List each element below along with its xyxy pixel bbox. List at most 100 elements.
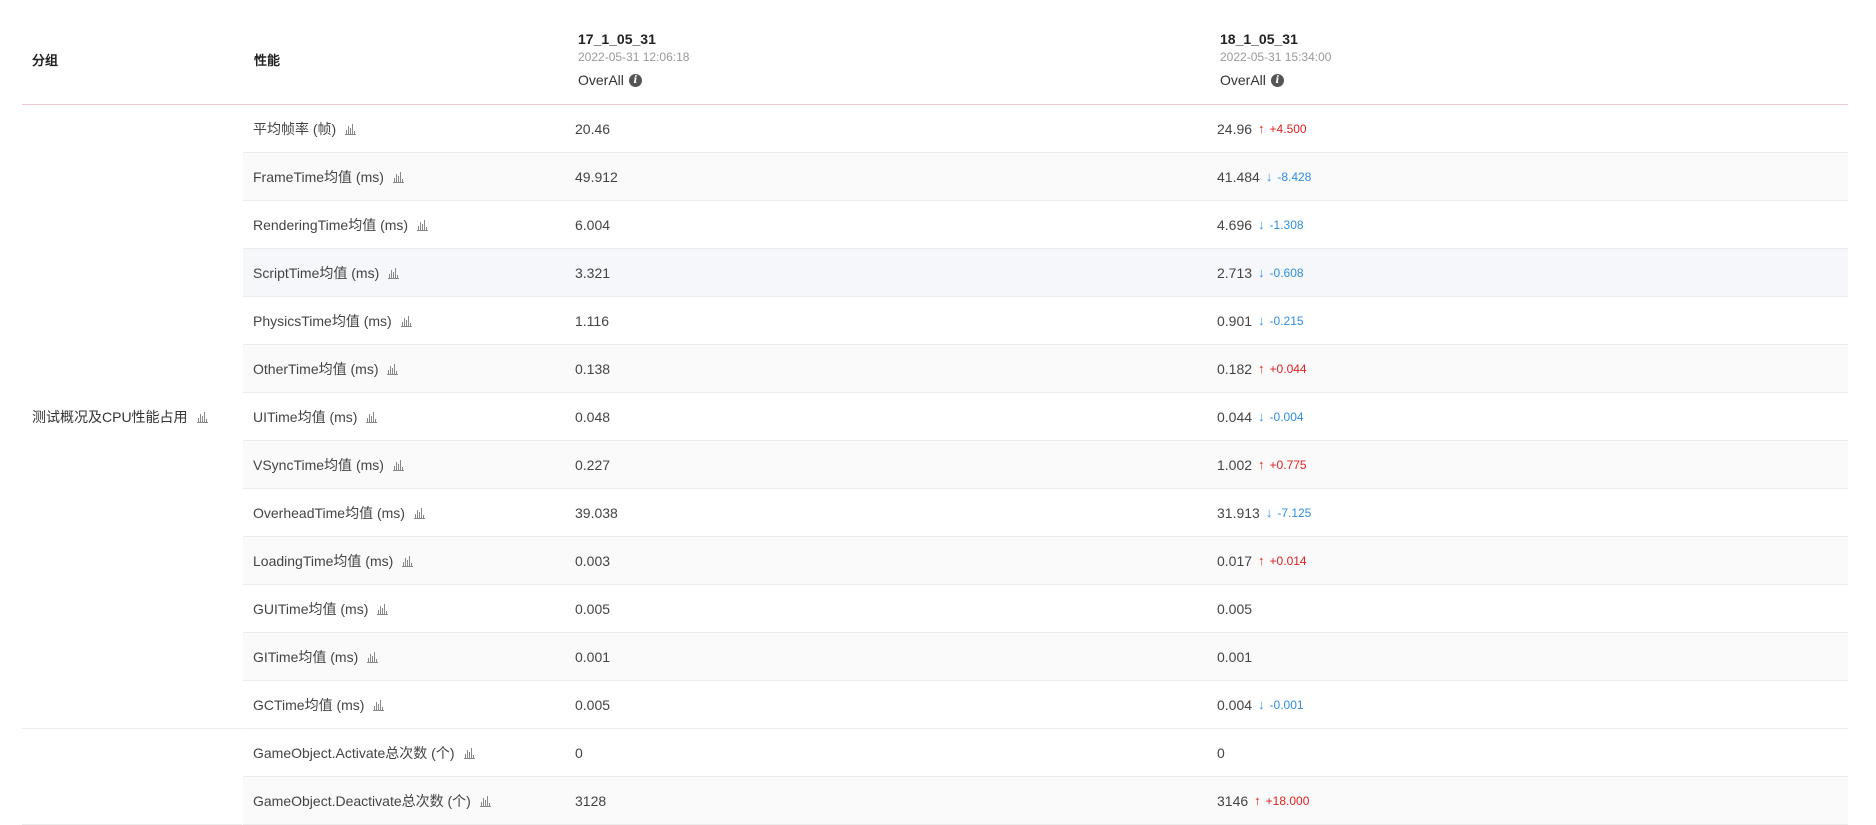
arrow-down-icon: ↓ bbox=[1258, 265, 1265, 280]
metric-label: OtherTime均值 (ms) bbox=[253, 360, 379, 377]
value-cell-2: 41.484 ↓ -8.428 bbox=[1217, 169, 1311, 185]
bar-chart-icon[interactable] bbox=[377, 603, 389, 615]
arrow-up-icon: ↑ bbox=[1258, 361, 1265, 376]
value-cell-1: 1.116 bbox=[575, 312, 609, 329]
info-icon[interactable]: i bbox=[1270, 73, 1284, 87]
delta-value: +18.000 bbox=[1265, 793, 1310, 808]
bar-chart-icon[interactable] bbox=[196, 411, 208, 423]
metric-label: 平均帧率 (帧) bbox=[253, 120, 337, 137]
info-icon[interactable]: i bbox=[628, 73, 642, 87]
metric-cell: GameObject.Deactivate总次数 (个) bbox=[253, 791, 491, 811]
bar-chart-icon[interactable] bbox=[417, 219, 429, 231]
table-row[interactable]: VSyncTime均值 (ms) 0.227 1.002 ↑ +0.775 bbox=[243, 441, 1848, 489]
arrow-down-icon: ↓ bbox=[1258, 409, 1265, 424]
value-cell-2: 0.044 ↓ -0.004 bbox=[1217, 409, 1304, 425]
value-cell-2: 0 bbox=[1217, 745, 1225, 761]
bar-chart-icon[interactable] bbox=[373, 699, 385, 711]
table-row[interactable]: OtherTime均值 (ms) 0.138 0.182 ↑ +0.044 bbox=[243, 345, 1848, 393]
value-cell-1: 49.912 bbox=[575, 168, 618, 185]
value-cell-1: 3128 bbox=[575, 792, 607, 809]
value-2: 0.182 bbox=[1217, 360, 1253, 377]
column-mode-label: OverAll bbox=[1220, 72, 1266, 88]
column-name: 18_1_05_31 bbox=[1220, 31, 1298, 47]
arrow-up-icon: ↑ bbox=[1254, 793, 1261, 808]
bar-chart-icon[interactable] bbox=[387, 363, 399, 375]
value-cell-2: 31.913 ↓ -7.125 bbox=[1217, 505, 1311, 521]
value-2: 41.484 bbox=[1217, 168, 1260, 185]
bar-chart-icon[interactable] bbox=[388, 267, 400, 279]
metric-cell: GUITime均值 (ms) bbox=[253, 599, 389, 619]
bar-chart-icon[interactable] bbox=[479, 795, 491, 807]
value-cell-2: 0.901 ↓ -0.215 bbox=[1217, 313, 1304, 329]
bar-chart-icon[interactable] bbox=[366, 411, 378, 423]
value-2: 0.017 bbox=[1217, 552, 1253, 569]
metric-cell: OtherTime均值 (ms) bbox=[253, 359, 399, 379]
bar-chart-icon[interactable] bbox=[463, 747, 475, 759]
metric-label: LoadingTime均值 (ms) bbox=[253, 552, 394, 569]
bar-chart-icon[interactable] bbox=[392, 171, 404, 183]
value-cell-1: 39.038 bbox=[575, 504, 618, 521]
value-2: 0 bbox=[1217, 744, 1225, 761]
delta-value: +0.044 bbox=[1269, 361, 1307, 376]
value-cell-1: 0.001 bbox=[575, 648, 611, 665]
table-row[interactable]: ScriptTime均值 (ms) 3.321 2.713 ↓ -0.608 bbox=[243, 249, 1848, 297]
table-row[interactable]: RenderingTime均值 (ms) 6.004 4.696 ↓ -1.308 bbox=[243, 201, 1848, 249]
metric-label: FrameTime均值 (ms) bbox=[253, 168, 384, 185]
metric-cell: 平均帧率 (帧) bbox=[253, 119, 357, 139]
delta-badge: ↓ -7.125 bbox=[1266, 505, 1312, 520]
value-cell-1: 3.321 bbox=[575, 264, 611, 281]
delta-value: -0.608 bbox=[1269, 265, 1304, 280]
arrow-down-icon: ↓ bbox=[1265, 169, 1273, 184]
group-label-text: 测试概况及CPU性能占用 bbox=[32, 409, 188, 425]
bar-chart-icon[interactable] bbox=[402, 555, 414, 567]
metric-cell: GITime均值 (ms) bbox=[253, 647, 379, 667]
value-2: 24.96 bbox=[1217, 120, 1253, 137]
metric-label: GameObject.Deactivate总次数 (个) bbox=[253, 792, 471, 809]
value-cell-2: 3146 ↑ +18.000 bbox=[1217, 793, 1309, 809]
arrow-up-icon: ↑ bbox=[1258, 457, 1265, 472]
bar-chart-icon[interactable] bbox=[345, 123, 357, 135]
value-cell-1: 0.227 bbox=[575, 456, 611, 473]
metric-label: RenderingTime均值 (ms) bbox=[253, 216, 409, 233]
metric-label: OverheadTime均值 (ms) bbox=[253, 504, 405, 521]
group-label: 测试概况及CPU性能占用 bbox=[32, 407, 208, 427]
table-row[interactable]: 平均帧率 (帧) 20.46 24.96 ↑ +4.500 bbox=[243, 105, 1848, 153]
arrow-down-icon: ↓ bbox=[1265, 505, 1273, 520]
bar-chart-icon[interactable] bbox=[400, 315, 412, 327]
arrow-up-icon: ↑ bbox=[1258, 553, 1265, 568]
delta-value: -0.001 bbox=[1269, 697, 1304, 712]
column-time: 2022-05-31 12:06:18 bbox=[578, 50, 690, 64]
table-row[interactable]: LoadingTime均值 (ms) 0.003 0.017 ↑ +0.014 bbox=[243, 537, 1848, 585]
value-cell-2: 24.96 ↑ +4.500 bbox=[1217, 121, 1307, 137]
value-cell-1: 0.048 bbox=[575, 408, 611, 425]
column-name: 17_1_05_31 bbox=[578, 31, 656, 47]
metric-cell: LoadingTime均值 (ms) bbox=[253, 551, 414, 571]
table-row[interactable]: OverheadTime均值 (ms) 39.038 31.913 ↓ -7.125 bbox=[243, 489, 1848, 537]
table-row[interactable]: PhysicsTime均值 (ms) 1.116 0.901 ↓ -0.215 bbox=[243, 297, 1848, 345]
table-row[interactable]: GCTime均值 (ms) 0.005 0.004 ↓ -0.001 bbox=[243, 681, 1848, 729]
table-row[interactable]: GameObject.Activate总次数 (个) 0 0 bbox=[243, 729, 1848, 777]
value-2: 1.002 bbox=[1217, 456, 1253, 473]
value-cell-2: 0.182 ↑ +0.044 bbox=[1217, 361, 1307, 377]
table-header: 分组 性能 17_1_05_31 2022-05-31 12:06:18 Ove… bbox=[22, 0, 1848, 105]
table-row[interactable]: UITime均值 (ms) 0.048 0.044 ↓ -0.004 bbox=[243, 393, 1848, 441]
metric-cell: ScriptTime均值 (ms) bbox=[253, 263, 400, 283]
value-cell-1: 6.004 bbox=[575, 216, 611, 233]
bar-chart-icon[interactable] bbox=[413, 507, 425, 519]
table-row[interactable]: GUITime均值 (ms) 0.005 0.005 bbox=[243, 585, 1848, 633]
delta-badge: ↑ +0.044 bbox=[1258, 361, 1307, 376]
metric-label: GITime均值 (ms) bbox=[253, 648, 359, 665]
metric-cell: PhysicsTime均值 (ms) bbox=[253, 311, 412, 331]
table-row[interactable]: FrameTime均值 (ms) 49.912 41.484 ↓ -8.428 bbox=[243, 153, 1848, 201]
metric-cell: VSyncTime均值 (ms) bbox=[253, 455, 404, 475]
delta-badge: ↓ -0.215 bbox=[1258, 313, 1304, 328]
delta-badge: ↑ +18.000 bbox=[1254, 793, 1309, 808]
table-row[interactable]: GITime均值 (ms) 0.001 0.001 bbox=[243, 633, 1848, 681]
value-2: 0.901 bbox=[1217, 312, 1253, 329]
bar-chart-icon[interactable] bbox=[367, 651, 379, 663]
delta-value: -7.125 bbox=[1277, 505, 1312, 520]
delta-value: -0.004 bbox=[1269, 409, 1304, 424]
value-2: 2.713 bbox=[1217, 264, 1253, 281]
bar-chart-icon[interactable] bbox=[392, 459, 404, 471]
table-row[interactable]: GameObject.Deactivate总次数 (个) 3128 3146 ↑ +18… bbox=[243, 777, 1848, 825]
